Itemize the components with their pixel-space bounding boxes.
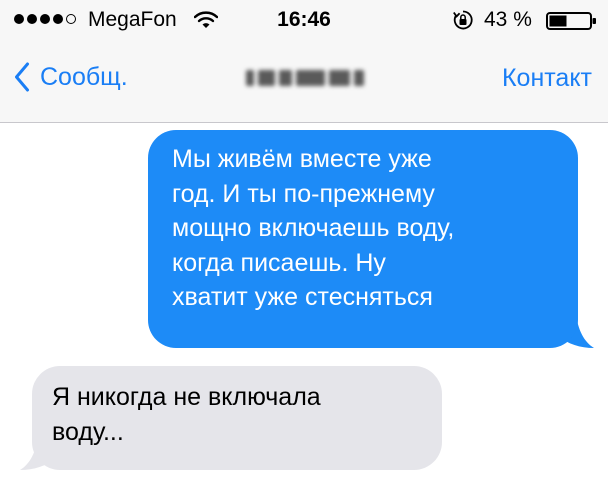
message-line: воду... (52, 417, 124, 446)
message-line: Я никогда не включала (52, 383, 321, 411)
blur-block (329, 70, 351, 86)
blur-block (246, 70, 254, 86)
blur-block (257, 70, 275, 86)
rotation-lock-icon (453, 10, 473, 30)
battery-percentage: 43 % (484, 8, 532, 31)
contact-button[interactable]: Контакт (502, 64, 592, 93)
incoming-message-bubble[interactable]: Я никогда не включала воду... (32, 366, 442, 470)
back-button[interactable]: Сообщ. (14, 62, 128, 92)
blur-block (296, 70, 326, 86)
outgoing-message-bubble[interactable]: Мы живём вместе уже год. И ты по-прежнем… (148, 130, 578, 348)
status-bar: MegaFon 16:46 43 % (0, 0, 608, 40)
blur-block (278, 70, 293, 86)
navigation-bar: Сообщ. Контакт (0, 40, 608, 123)
message-line: год. И ты по-прежнему (172, 179, 435, 208)
contact-name-blurred (246, 68, 365, 88)
message-line: когда писаешь. Ну (172, 248, 386, 277)
chevron-left-icon (15, 62, 29, 92)
message-line: хватит уже стесняться (172, 283, 433, 311)
blur-block (354, 70, 365, 86)
back-label: Сообщ. (40, 62, 128, 91)
message-line: мощно включаешь воду, (172, 214, 455, 242)
message-line: Мы живём вместе уже (172, 145, 432, 173)
battery-icon (546, 12, 596, 30)
